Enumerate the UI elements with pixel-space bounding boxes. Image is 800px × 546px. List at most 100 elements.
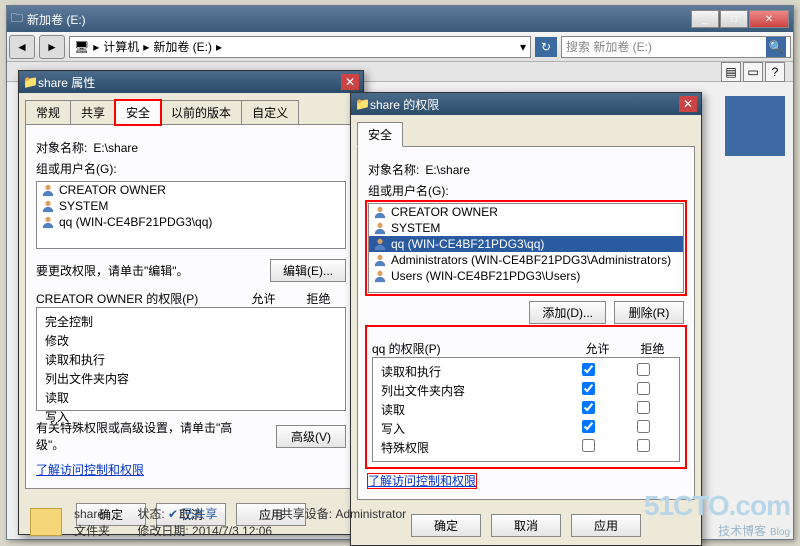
permission-name: 列出文件夹内容 [381,382,561,399]
close-button[interactable]: ✕ [749,10,789,28]
permissions-label: CREATOR OWNER 的权限(P) [36,290,236,307]
allow-header: 允许 [570,340,625,357]
folder-icon: 📁 [23,75,38,89]
list-item[interactable]: Users (WIN-CE4BF21PDG3\Users) [369,268,683,284]
user-name: Users (WIN-CE4BF21PDG3\Users) [391,269,580,283]
properties-titlebar: 📁 share 属性 ✕ [19,71,363,93]
learn-acl-link[interactable]: 了解访问控制和权限 [368,474,476,488]
users-listbox[interactable]: CREATOR OWNERSYSTEMqq (WIN-CE4BF21PDG3\q… [36,181,346,249]
permission-row: 完全控制 [45,312,337,331]
advanced-button[interactable]: 高级(V) [276,425,346,448]
deny-checkbox[interactable] [637,363,650,376]
breadcrumb-item[interactable]: 新加卷 (E:) [153,38,212,55]
tab-sharing[interactable]: 共享 [70,100,116,125]
allow-checkbox[interactable] [582,382,595,395]
add-button[interactable]: 添加(D)... [529,301,606,324]
tab-general[interactable]: 常规 [25,100,71,125]
breadcrumb-sep: ▸ [93,40,99,54]
explorer-toolbar: ◄ ► 🖥 ▸ 计算机 ▸ 新加卷 (E:) ▸ ▾ ↻ 搜索 新加卷 (E:)… [7,32,793,62]
list-item[interactable]: SYSTEM [37,198,345,214]
edit-button[interactable]: 编辑(E)... [270,259,346,282]
computer-icon: 🖥 [74,40,89,54]
permission-row: 特殊权限 [381,438,671,457]
allow-checkbox[interactable] [582,420,595,433]
permissions-titlebar: 📁 share 的权限 ✕ [351,93,701,115]
maximize-button[interactable]: □ [720,10,748,28]
remove-button[interactable]: 删除(R) [614,301,684,324]
permissions-checklist: 读取和执行 列出文件夹内容 读取 写入 特殊权限 [372,357,680,462]
state-value: 已共享 [181,507,217,521]
permission-row: 读取和执行 [381,362,671,381]
status-bar: share 状态: ✔ 已共享 共享设备: Administrator 文件夹 … [30,505,406,539]
nav-back-button[interactable]: ◄ [9,35,35,59]
refresh-button[interactable]: ↻ [535,37,557,57]
share-value: Administrator [335,507,406,521]
watermark-tag: Blog [770,527,790,538]
window-title: 新加卷 (E:) [27,11,687,28]
user-icon [373,269,387,283]
list-item[interactable]: CREATOR OWNER [369,204,683,220]
list-item[interactable]: qq (WIN-CE4BF21PDG3\qq) [37,214,345,230]
permission-row: 读取 [381,400,671,419]
permissions-tabs: 安全 [357,122,695,147]
ok-button[interactable]: 确定 [411,514,481,537]
permission-name: 读取和执行 [45,351,337,368]
apply-button[interactable]: 应用 [571,514,641,537]
help-icon[interactable]: ? [765,62,785,82]
folder-icon: 📁 [355,97,370,111]
permission-name: 读取 [45,389,337,406]
tab-security[interactable]: 安全 [357,122,403,147]
allow-checkbox[interactable] [582,401,595,414]
deny-checkbox[interactable] [637,420,650,433]
tab-security[interactable]: 安全 [115,100,161,125]
close-icon[interactable]: ✕ [341,74,359,90]
deny-checkbox[interactable] [637,439,650,452]
allow-header: 允许 [236,290,291,307]
permission-name: 特殊权限 [381,439,561,456]
users-listbox[interactable]: CREATOR OWNERSYSTEMqq (WIN-CE4BF21PDG3\q… [368,203,684,293]
search-box[interactable]: 搜索 新加卷 (E:) 🔍 [561,36,791,58]
permission-name: 读取 [381,401,561,418]
list-item[interactable]: SYSTEM [369,220,683,236]
permission-name: 列出文件夹内容 [45,370,337,387]
allow-checkbox[interactable] [582,363,595,376]
preview-icon[interactable]: ▭ [743,62,763,82]
search-icon[interactable]: 🔍 [766,37,786,57]
modified-label: 修改日期: [137,524,188,538]
properties-body: 对象名称: E:\share 组或用户名(G): CREATOR OWNERSY… [25,124,357,489]
permission-row: 写入 [381,419,671,438]
permission-name: 完全控制 [45,313,337,330]
deny-checkbox[interactable] [637,382,650,395]
tab-previous[interactable]: 以前的版本 [160,100,242,125]
permission-row: 列出文件夹内容 [45,369,337,388]
user-name: SYSTEM [59,199,108,213]
group-users-label: 组或用户名(G): [36,160,117,177]
view-icon[interactable]: ▤ [721,62,741,82]
user-icon [41,215,55,229]
minimize-button[interactable]: _ [691,10,719,28]
learn-acl-link[interactable]: 了解访问控制和权限 [36,463,144,477]
deny-checkbox[interactable] [637,401,650,414]
list-item[interactable]: CREATOR OWNER [37,182,345,198]
list-item[interactable]: Administrators (WIN-CE4BF21PDG3\Administ… [369,252,683,268]
permission-row: 修改 [45,331,337,350]
edit-hint: 要更改权限，请单击"编辑"。 [36,262,189,279]
breadcrumb-sep: ▸ [216,40,222,54]
type-label: 文件夹 [74,522,134,539]
nav-fwd-button[interactable]: ► [39,35,65,59]
close-icon[interactable]: ✕ [679,96,697,112]
tab-custom[interactable]: 自定义 [241,100,299,125]
breadcrumb-item[interactable]: 计算机 [103,38,139,55]
breadcrumb[interactable]: 🖥 ▸ 计算机 ▸ 新加卷 (E:) ▸ ▾ [69,36,531,58]
cancel-button[interactable]: 取消 [491,514,561,537]
permission-name: 读取和执行 [381,363,561,380]
drive-icon: 🗀 [11,9,23,30]
dropdown-icon[interactable]: ▾ [520,40,526,54]
object-name-label: 对象名称: [368,161,419,178]
user-icon [373,253,387,267]
permission-row: 读取和执行 [45,350,337,369]
allow-checkbox[interactable] [582,439,595,452]
user-icon [373,221,387,235]
list-item[interactable]: qq (WIN-CE4BF21PDG3\qq) [369,236,683,252]
permission-row: 列出文件夹内容 [381,381,671,400]
